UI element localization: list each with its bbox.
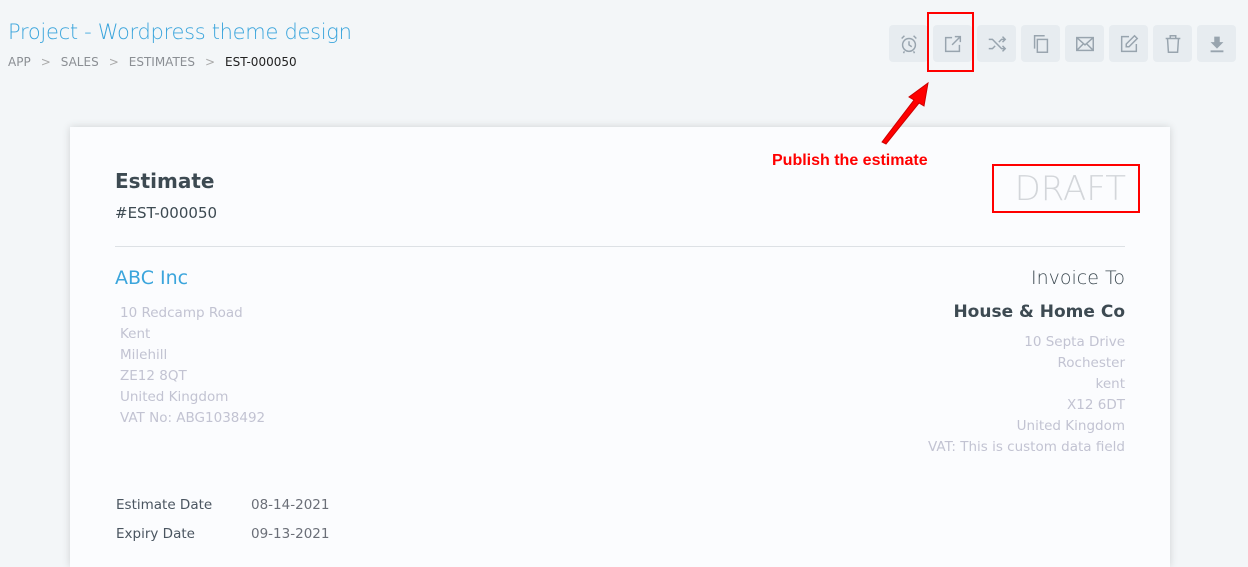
address-line: Rochester <box>1057 355 1126 371</box>
convert-button[interactable] <box>977 25 1016 62</box>
estimate-date-value: 08-14-2021 <box>251 497 330 513</box>
estimate-date-label: Estimate Date <box>116 497 213 513</box>
estimate-number: #EST-000050 <box>115 204 218 222</box>
alarm-clock-icon <box>900 34 917 53</box>
copy-icon <box>1033 34 1048 53</box>
address-line: 10 Redcamp Road <box>120 305 243 321</box>
mail-icon <box>1075 36 1094 51</box>
company-name: ABC Inc <box>115 267 189 289</box>
address-line: Milehill <box>120 347 168 363</box>
delete-button[interactable] <box>1153 25 1192 62</box>
breadcrumb-sales[interactable]: SALES <box>61 55 99 69</box>
address-line: ZE12 8QT <box>120 368 187 384</box>
annotation-arrow-icon <box>881 81 929 145</box>
breadcrumb-estimates[interactable]: ESTIMATES <box>129 55 195 69</box>
address-line: kent <box>1095 376 1126 392</box>
download-icon <box>1210 36 1223 52</box>
reminder-button[interactable] <box>889 25 928 62</box>
edit-button[interactable] <box>1109 25 1148 62</box>
breadcrumb-current: EST-000050 <box>225 55 297 69</box>
chevron-right-icon: > <box>204 55 216 69</box>
address-line: Kent <box>120 326 151 342</box>
page-title: Project - Wordpress theme design <box>8 20 352 44</box>
company-address: 10 Redcamp Road Kent Milehill ZE12 8QT U… <box>120 303 265 429</box>
estimate-dates: Estimate Date 08-14-2021 Expiry Date 09-13… <box>116 491 329 549</box>
trash-icon <box>1165 34 1180 53</box>
download-button[interactable] <box>1197 25 1236 62</box>
vat-number: VAT No: ABG1038492 <box>120 410 266 426</box>
client-address: 10 Septa Drive Rochester kent X12 6DT Un… <box>928 332 1125 458</box>
email-button[interactable] <box>1065 25 1104 62</box>
annotation-highlight-publish <box>927 12 974 72</box>
edit-icon <box>1120 34 1138 52</box>
chevron-right-icon: > <box>108 55 119 69</box>
annotation-text: Publish the estimate <box>772 152 928 169</box>
divider <box>115 246 1125 247</box>
address-line: United Kingdom <box>120 389 229 405</box>
breadcrumb: APP > SALES > ESTIMATES > EST-000050 <box>8 55 297 69</box>
estimate-date-row: Estimate Date 08-14-2021 <box>116 491 329 520</box>
clone-button[interactable] <box>1021 25 1060 62</box>
client-name: House & Home Co <box>953 302 1125 322</box>
shuffle-icon <box>988 35 1006 52</box>
address-line: United Kingdom <box>1016 418 1125 434</box>
vat-field: VAT: This is custom data field <box>928 439 1125 455</box>
address-line: X12 6DT <box>1067 397 1125 413</box>
annotation-highlight-draft <box>992 164 1140 213</box>
address-line: 10 Septa Drive <box>1024 334 1125 350</box>
chevron-right-icon: > <box>40 55 51 69</box>
invoice-to-label: Invoice To <box>1031 267 1125 289</box>
breadcrumb-app[interactable]: APP <box>8 55 31 69</box>
estimate-heading: Estimate <box>115 169 215 193</box>
